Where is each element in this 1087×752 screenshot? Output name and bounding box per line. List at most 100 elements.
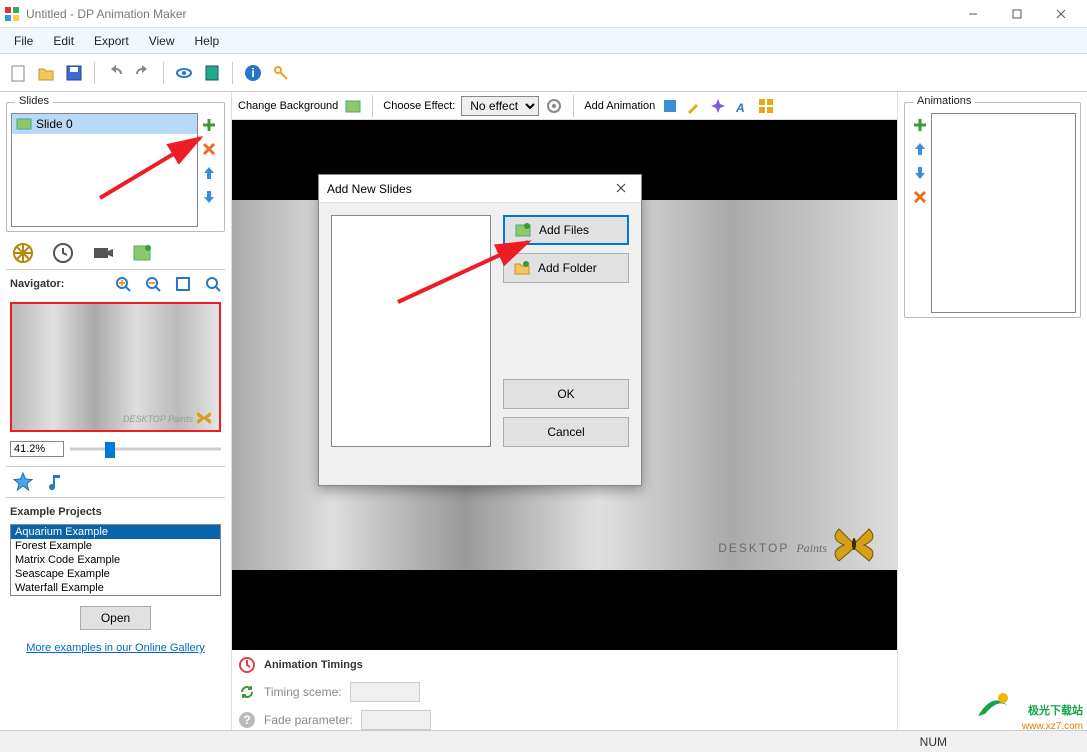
key-icon (272, 64, 290, 82)
watermark-text: DESKTOP Paints (718, 528, 827, 560)
eye-icon (175, 64, 193, 82)
delete-anim-button[interactable] (912, 189, 928, 205)
add-files-label: Add Files (539, 223, 589, 237)
close-icon (616, 183, 626, 193)
wheel-tab[interactable] (12, 242, 34, 264)
music-tab[interactable] (44, 471, 66, 493)
main-toolbar: i (0, 54, 1087, 92)
camera-tab[interactable] (92, 242, 114, 264)
ok-button[interactable]: OK (503, 379, 629, 409)
example-item[interactable]: Matrix Code Example (11, 553, 220, 567)
add-slide-button[interactable] (201, 117, 217, 133)
zoom-actual-icon[interactable] (205, 276, 221, 292)
animations-label: Animations (913, 95, 975, 107)
add-anim-button[interactable] (912, 117, 928, 133)
num-indicator: NUM (920, 735, 947, 749)
example-item[interactable]: Aquarium Example (11, 525, 220, 539)
add-anim-brush-button[interactable] (685, 97, 703, 115)
add-slides-dialog: Add New Slides Add Files Add Folder OK C… (318, 174, 642, 486)
animations-list[interactable] (931, 113, 1076, 313)
zoom-fit-icon[interactable] (175, 276, 191, 292)
slides-group: Slides Slide 0 (6, 102, 225, 232)
star-tab[interactable] (12, 471, 34, 493)
example-item[interactable]: Forest Example (11, 539, 220, 553)
slider-thumb[interactable] (105, 442, 115, 458)
add-files-button[interactable]: Add Files (503, 215, 629, 245)
folder-add-icon (514, 260, 530, 276)
move-down-button[interactable] (201, 189, 217, 205)
zoom-in-icon[interactable] (115, 276, 131, 292)
fade-param-select (361, 710, 431, 730)
navigator-header: Navigator: (6, 274, 225, 294)
move-up-button[interactable] (201, 165, 217, 181)
titlebar: Untitled - DP Animation Maker (0, 0, 1087, 28)
image-tab[interactable] (132, 242, 154, 264)
examples-list[interactable]: Aquarium Example Forest Example Matrix C… (10, 524, 221, 596)
anim-move-up-button[interactable] (912, 141, 928, 157)
folder-open-icon (37, 64, 55, 82)
example-item[interactable]: Waterfall Example (11, 581, 220, 595)
zoom-slider[interactable] (70, 440, 221, 458)
add-anim-text-button[interactable]: A (733, 97, 751, 115)
zoom-input[interactable] (10, 441, 64, 457)
menu-help[interactable]: Help (185, 30, 230, 52)
new-button[interactable] (6, 61, 30, 85)
animations-side-buttons (909, 113, 931, 313)
change-bg-label: Change Background (238, 100, 338, 112)
help-icon: ? (238, 711, 256, 729)
statusbar: NUM (0, 730, 1087, 752)
info-button[interactable]: i (241, 61, 265, 85)
open-button[interactable] (34, 61, 58, 85)
close-button[interactable] (1039, 0, 1083, 27)
right-panel: Animations (897, 92, 1087, 730)
change-bg-button[interactable] (344, 97, 362, 115)
dialog-file-list[interactable] (331, 215, 491, 447)
cancel-button[interactable]: Cancel (503, 417, 629, 447)
maximize-button[interactable] (995, 0, 1039, 27)
register-button[interactable] (269, 61, 293, 85)
dialog-buttons: Add Files Add Folder OK Cancel (503, 215, 629, 447)
menu-file[interactable]: File (4, 30, 43, 52)
menu-view[interactable]: View (139, 30, 185, 52)
window-controls (951, 0, 1083, 27)
swoosh-icon (973, 686, 1013, 726)
dialog-close-button[interactable] (609, 182, 633, 196)
slides-list[interactable]: Slide 0 (11, 113, 198, 227)
export-button[interactable] (200, 61, 224, 85)
menu-edit[interactable]: Edit (43, 30, 84, 52)
gallery-link-row: More examples in our Online Gallery (6, 640, 225, 658)
gallery-link[interactable]: More examples in our Online Gallery (26, 642, 205, 654)
undo-button[interactable] (103, 61, 127, 85)
letterbox-bottom (232, 570, 897, 650)
add-anim-film-button[interactable] (661, 97, 679, 115)
save-button[interactable] (62, 61, 86, 85)
add-folder-button[interactable]: Add Folder (503, 253, 629, 283)
file-icon (9, 64, 27, 82)
timings-clock-icon (238, 656, 256, 674)
choose-effect-label: Choose Effect: (383, 100, 455, 112)
minimize-button[interactable] (951, 0, 995, 27)
left-tabs (6, 236, 225, 270)
svg-text:A: A (735, 101, 745, 115)
navigator-preview[interactable]: DESKTOP Paints (10, 302, 221, 432)
add-anim-sparkle-button[interactable] (709, 97, 727, 115)
anim-move-down-button[interactable] (912, 165, 928, 181)
redo-icon (134, 64, 152, 82)
clock-tab[interactable] (52, 242, 74, 264)
zoom-out-icon[interactable] (145, 276, 161, 292)
delete-slide-button[interactable] (201, 141, 217, 157)
add-anim-grid-button[interactable] (757, 97, 775, 115)
preview-button[interactable] (172, 61, 196, 85)
example-item[interactable]: Seascape Example (11, 567, 220, 581)
redo-button[interactable] (131, 61, 155, 85)
butterfly-icon (195, 410, 213, 424)
site-url: www.xz7.com (1022, 721, 1083, 732)
info-icon: i (244, 64, 262, 82)
open-example-button[interactable]: Open (80, 606, 151, 630)
effect-settings-button[interactable] (545, 97, 563, 115)
add-anim-label: Add Animation (584, 100, 655, 112)
slide-icon (16, 116, 32, 132)
menu-export[interactable]: Export (84, 30, 139, 52)
effect-select[interactable]: No effect (461, 96, 539, 116)
slide-item[interactable]: Slide 0 (12, 114, 197, 134)
